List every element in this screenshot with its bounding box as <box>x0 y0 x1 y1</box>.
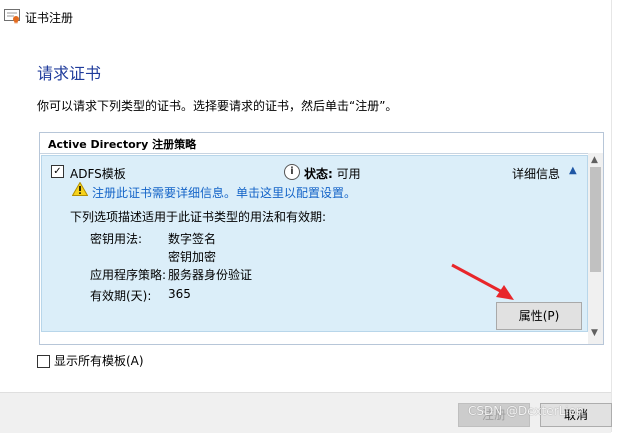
policy-header: Active Directory 注册策略 <box>40 133 603 154</box>
options-description: 下列选项描述适用于此证书类型的用法和有效期: <box>70 210 327 224</box>
validity-value: 365 <box>168 287 191 301</box>
vertical-scrollbar[interactable]: ▲ ▼ <box>588 153 603 344</box>
app-policy-value: 服务器身份验证 <box>168 268 253 282</box>
key-usage-label: 密钥用法: <box>90 232 143 246</box>
template-item[interactable]: ✓ ADFS模板 i 状态: 可用 详细信息 ▲ 注册此证书需要详细信息。单击这… <box>41 155 588 332</box>
scroll-thumb[interactable] <box>590 167 601 272</box>
chevron-up-icon[interactable]: ▲ <box>569 165 577 176</box>
key-usage-value-2: 密钥加密 <box>168 250 217 264</box>
window-edge <box>611 0 612 432</box>
warning-icon <box>72 182 88 196</box>
policy-header-label: Active Directory 注册策略 <box>48 138 197 151</box>
validity-label: 有效期(天): <box>90 289 152 303</box>
watermark: CSDN @DexterLien <box>468 404 584 418</box>
status-label: 状态: <box>304 167 333 181</box>
red-arrow-annotation <box>451 263 514 300</box>
show-all-templates-label: 显示所有模板(A) <box>54 354 144 368</box>
configure-settings-link[interactable]: 注册此证书需要详细信息。单击这里以配置设置。 <box>92 184 356 201</box>
status-text: 状态: 可用 <box>304 165 361 182</box>
page-title: 请求证书 <box>37 64 102 83</box>
title-bar: 证书注册 <box>0 0 627 34</box>
show-all-templates-checkbox[interactable] <box>37 355 50 368</box>
status-value: 可用 <box>336 167 361 181</box>
scroll-up-icon[interactable]: ▲ <box>591 155 598 165</box>
app-policy-label: 应用程序策略: <box>90 268 167 282</box>
page-description: 你可以请求下列类型的证书。选择要请求的证书，然后单击“注册”。 <box>37 99 398 113</box>
certificate-icon <box>4 9 20 24</box>
window-title: 证书注册 <box>25 11 74 25</box>
info-icon: i <box>284 164 300 180</box>
scroll-down-icon[interactable]: ▼ <box>591 328 598 338</box>
key-usage-value-1: 数字签名 <box>168 232 217 246</box>
enrollment-policy-list: Active Directory 注册策略 ✓ ADFS模板 i 状态: 可用 … <box>39 132 604 345</box>
properties-button[interactable]: 属性(P) <box>496 302 582 330</box>
template-name: ADFS模板 <box>70 167 126 181</box>
details-link[interactable]: 详细信息 <box>512 165 560 182</box>
template-checkbox[interactable]: ✓ <box>51 165 64 178</box>
